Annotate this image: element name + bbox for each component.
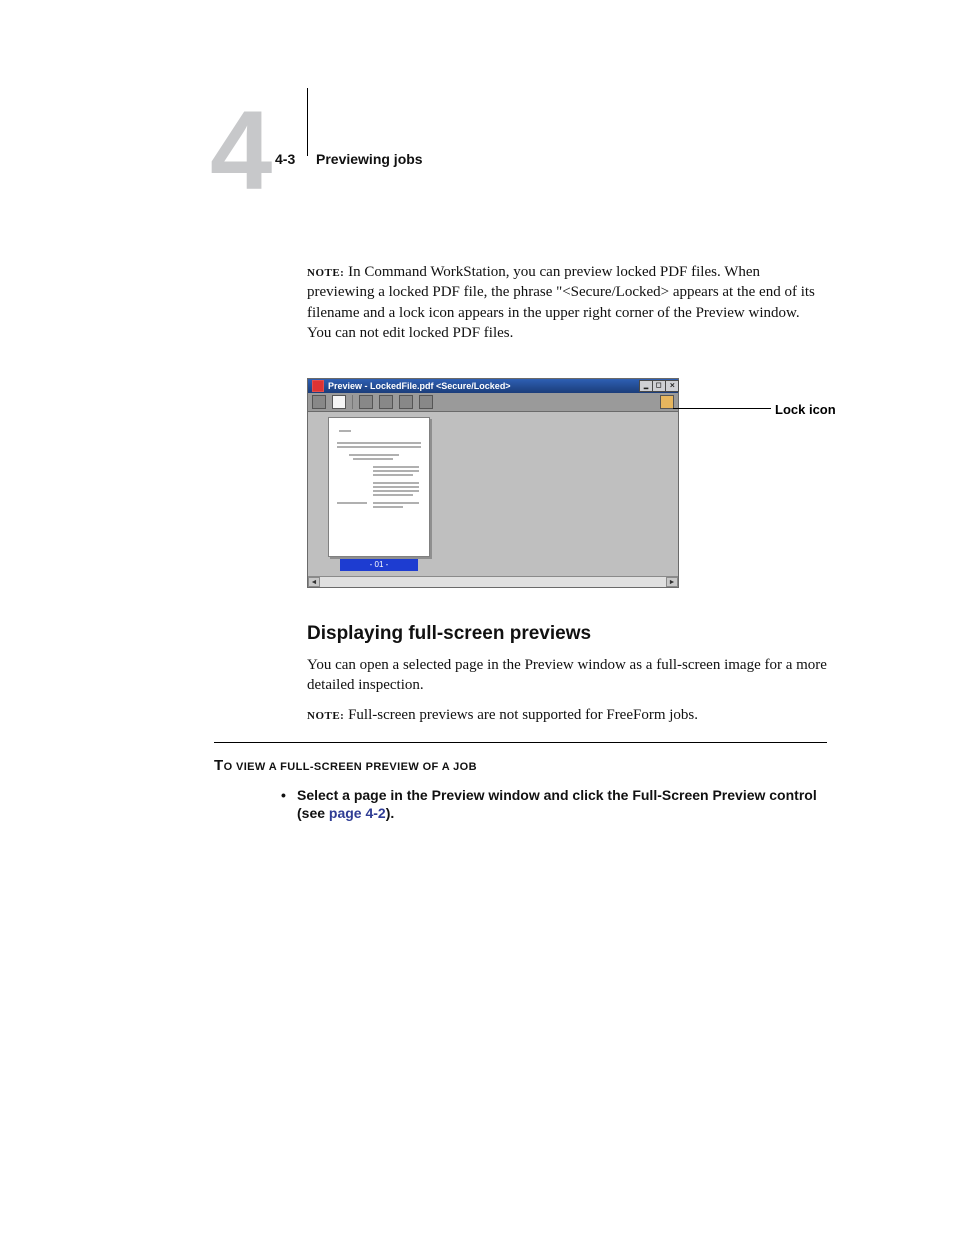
- thumbnail-label: - 01 -: [340, 559, 418, 571]
- note-paragraph: NOTE: In Command WorkStation, you can pr…: [307, 262, 827, 343]
- step-text-post: ).: [386, 805, 395, 821]
- toolbar-fullscreen-icon[interactable]: [312, 395, 326, 409]
- callout-line: [673, 408, 771, 409]
- close-button[interactable]: [665, 380, 679, 392]
- toolbar-copy-icon[interactable]: [379, 395, 393, 409]
- toolbar-duplicate-icon[interactable]: [359, 395, 373, 409]
- app-icon: [312, 380, 324, 392]
- toolbar-undo-icon[interactable]: [419, 395, 433, 409]
- section-paragraph: You can open a selected page in the Prev…: [307, 655, 827, 696]
- window-titlebar: Preview - LockedFile.pdf <Secure/Locked>: [308, 379, 678, 393]
- procedure-heading: TO VIEW A FULL-SCREEN PREVIEW OF A JOB: [214, 756, 477, 776]
- minimize-button[interactable]: [639, 380, 653, 392]
- running-head: Previewing jobs: [316, 150, 423, 169]
- maximize-button[interactable]: [652, 380, 666, 392]
- lock-icon: [660, 395, 674, 409]
- scroll-right-arrow[interactable]: ►: [666, 577, 678, 587]
- procedure-heading-rest: O VIEW A FULL-SCREEN PREVIEW OF A JOB: [224, 761, 477, 773]
- window-title: Preview - LockedFile.pdf <Secure/Locked>: [328, 380, 511, 392]
- callout-label: Lock icon: [775, 401, 836, 419]
- page-number: 4-3: [275, 150, 295, 169]
- note-text: In Command WorkStation, you can preview …: [307, 264, 815, 341]
- scroll-left-arrow[interactable]: ◄: [308, 577, 320, 587]
- horizontal-rule: [214, 742, 827, 743]
- procedure-step: Select a page in the Preview window and …: [297, 787, 817, 821]
- procedure-heading-cap: T: [214, 757, 224, 774]
- page-xref-link[interactable]: page 4-2: [329, 805, 386, 821]
- header-divider: [307, 88, 308, 156]
- note-paragraph-2: NOTE: Full-screen previews are not suppo…: [307, 705, 827, 725]
- toolbar-page-icon[interactable]: [332, 395, 346, 409]
- preview-window-figure: Preview - LockedFile.pdf <Secure/Locked>: [307, 378, 847, 588]
- preview-toolbar: [308, 393, 678, 412]
- page-thumbnail[interactable]: [328, 417, 430, 557]
- note-label: NOTE:: [307, 707, 344, 723]
- note-text: Full-screen previews are not supported f…: [344, 707, 698, 723]
- toolbar-separator: [352, 395, 353, 409]
- note-label: NOTE:: [307, 264, 344, 280]
- section-heading: Displaying full-screen previews: [307, 621, 827, 647]
- bullet-icon: •: [281, 786, 286, 804]
- toolbar-delete-icon[interactable]: [399, 395, 413, 409]
- preview-window: Preview - LockedFile.pdf <Secure/Locked>: [307, 378, 679, 588]
- horizontal-scrollbar[interactable]: ◄ ►: [308, 576, 678, 587]
- chapter-number: 4: [210, 95, 270, 207]
